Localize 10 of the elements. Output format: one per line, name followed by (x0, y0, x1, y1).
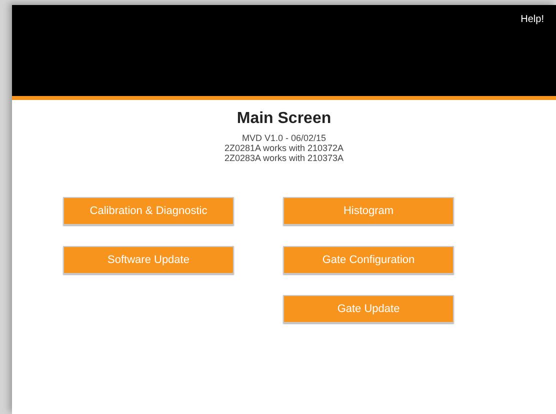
help-link[interactable]: Help! (520, 12, 544, 27)
screen-title: Main Screen (236, 109, 332, 128)
info-line: MVD V1.0 - 06/02/15 (240, 133, 328, 144)
info-line: 2Z0281A works with 210372A (223, 143, 345, 154)
menu-button[interactable]: Histogram (283, 197, 454, 226)
menu-button[interactable]: Calibration & Diagnostic (63, 197, 234, 226)
menu-button[interactable]: Software Update (63, 246, 234, 274)
info-line: 2Z0283A works with 210373A (223, 153, 345, 164)
menu-button[interactable]: Gate Configuration (283, 246, 454, 274)
menu-button[interactable]: Gate Update (283, 295, 454, 324)
